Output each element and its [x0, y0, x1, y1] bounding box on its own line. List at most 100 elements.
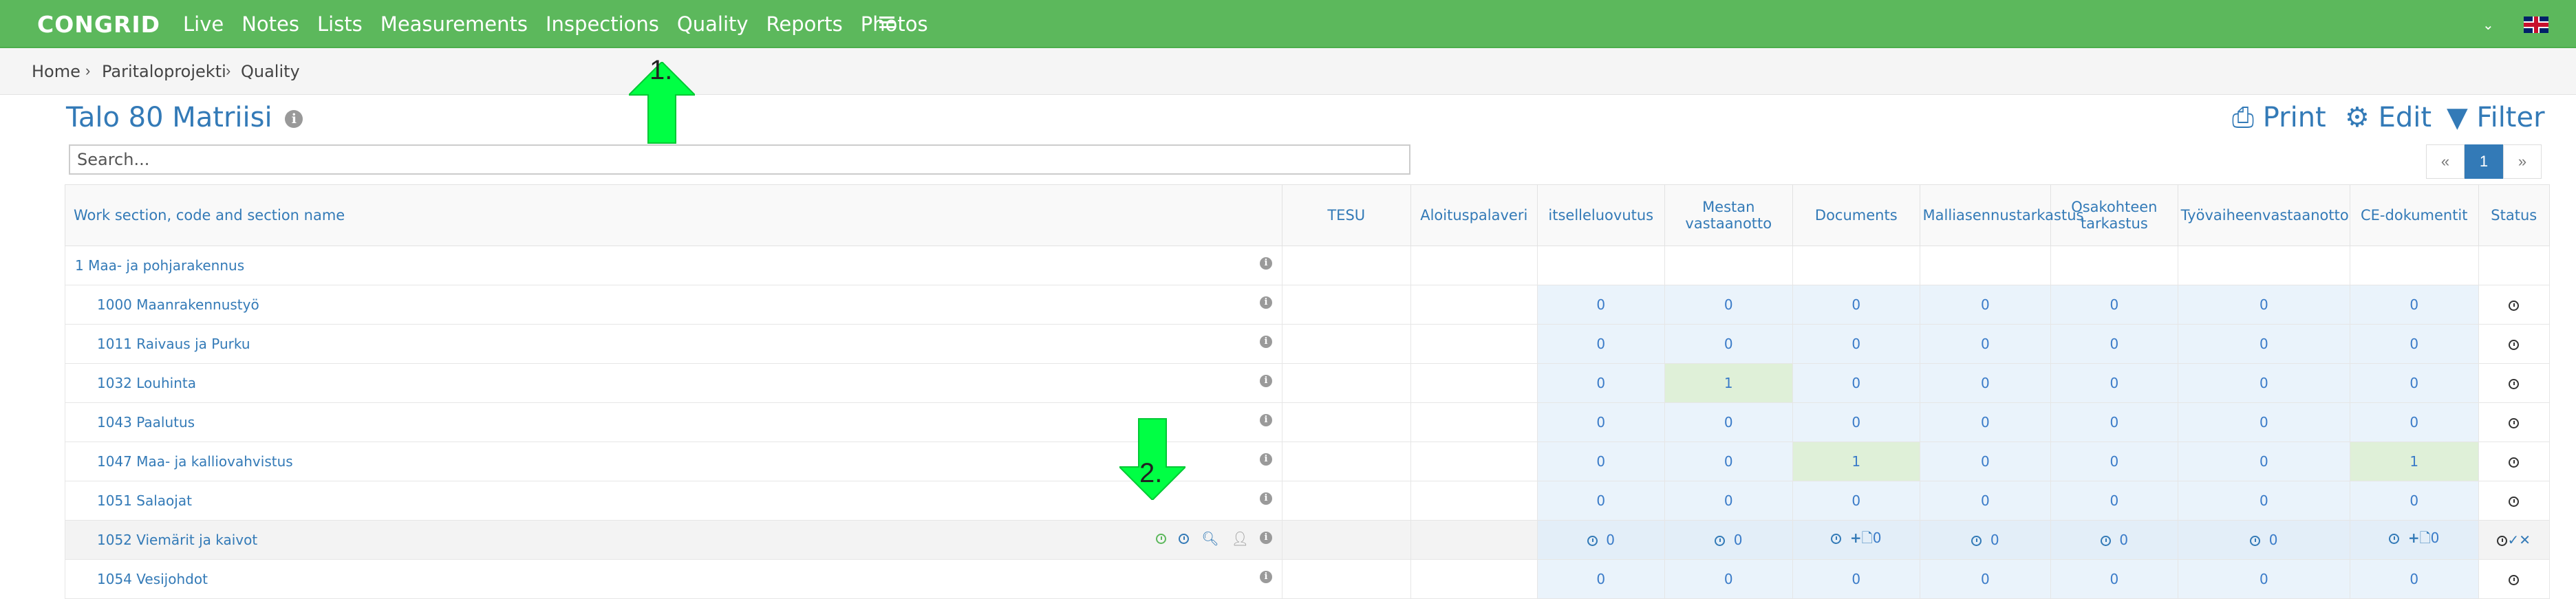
value-cell[interactable]: 0 — [2350, 481, 2479, 521]
value-cell[interactable]: 0 — [1537, 559, 1665, 599]
col-header-aloituspalaveri[interactable]: Aloituspalaveri — [1410, 184, 1538, 246]
nav-lists[interactable]: Lists — [317, 12, 363, 36]
value-cell[interactable]: 0 — [2177, 481, 2351, 521]
info-icon[interactable]: i — [1260, 414, 1272, 426]
status-cell[interactable] — [2478, 481, 2551, 521]
value-cell[interactable]: 0 — [1664, 520, 1794, 560]
clock-icon[interactable] — [2497, 536, 2508, 546]
value-cell[interactable]: 0 — [2177, 324, 2351, 364]
section-name-cell[interactable]: 1047 Maa- ja kalliovahvistus i — [65, 442, 1282, 481]
clock-icon[interactable] — [1179, 533, 1190, 544]
clock-icon[interactable] — [2509, 497, 2520, 507]
section-name-cell[interactable]: 1000 Maanrakennustyö i — [65, 285, 1282, 325]
value-cell[interactable]: 0 — [2050, 324, 2178, 364]
value-cell[interactable]: 0 — [2050, 402, 2178, 442]
value-cell[interactable]: 0 — [1919, 520, 2052, 560]
value-cell[interactable]: 0 — [2350, 324, 2479, 364]
col-header-work-section[interactable]: Work section, code and section name — [65, 184, 1282, 246]
value-cell[interactable]: 1 — [1664, 363, 1794, 403]
clock-icon[interactable] — [2100, 536, 2111, 546]
info-icon[interactable]: i — [285, 110, 303, 128]
value-cell[interactable]: 0 — [1792, 481, 1920, 521]
section-name-cell[interactable]: 1032 Louhinta i — [65, 363, 1282, 403]
clock-icon[interactable] — [1587, 536, 1598, 546]
value-cell[interactable]: 0 — [1792, 324, 1920, 364]
col-header-documents[interactable]: Documents — [1792, 184, 1920, 246]
value-cell[interactable]: 0 — [1537, 481, 1665, 521]
list-menu-icon[interactable] — [879, 17, 894, 29]
table-row[interactable]: 1011 Raivaus ja Purku i 0 0 0 0 0 0 0 — [65, 324, 2551, 364]
congrid-logo[interactable]: CONGRID — [37, 11, 160, 38]
info-icon[interactable]: i — [1260, 492, 1272, 505]
info-icon[interactable]: i — [1260, 571, 1272, 583]
value-cell[interactable]: 0 — [2350, 402, 2479, 442]
plus-icon[interactable]: + — [1850, 530, 1862, 546]
pager-page-1[interactable]: 1 — [2465, 144, 2503, 179]
info-icon[interactable]: i — [1260, 532, 1272, 544]
section-name[interactable]: 1043 Paalutus — [97, 414, 195, 431]
info-icon[interactable]: i — [1260, 453, 1272, 466]
table-row-hovered[interactable]: 1052 Viemärit ja kaivot 🔍︎ 👤︎ i 0 0 +🗋︎0… — [65, 520, 2551, 560]
value-cell[interactable]: 0 — [2350, 285, 2479, 325]
table-row[interactable]: 1000 Maanrakennustyö i 0 0 0 0 0 0 0 — [65, 285, 2551, 325]
clock-icon[interactable] — [2509, 301, 2520, 311]
table-row[interactable]: 1 Maa- ja pohjarakennus i — [65, 246, 2551, 285]
value-cell[interactable]: 0 — [1792, 285, 1920, 325]
plus-icon[interactable]: + — [2408, 530, 2420, 546]
table-row[interactable]: 1051 Salaojat i 0 0 0 0 0 0 0 — [65, 481, 2551, 521]
value-cell[interactable]: 0 — [2177, 442, 2351, 481]
document-icon[interactable]: 🗋︎ — [2420, 530, 2431, 546]
col-header-tyovaiheenvastaanotto[interactable]: Työvaiheenvastaanotto — [2177, 184, 2351, 246]
info-icon[interactable]: i — [1260, 336, 1272, 348]
value-cell[interactable]: 0 — [1664, 559, 1794, 599]
value-cell[interactable]: 0 — [1664, 285, 1794, 325]
col-header-tesu[interactable]: TESU — [1282, 184, 1411, 246]
breadcrumb-project[interactable]: Paritaloprojekti — [102, 62, 226, 81]
value-cell[interactable]: 0 — [2350, 559, 2479, 599]
section-name-cell[interactable]: 1052 Viemärit ja kaivot 🔍︎ 👤︎ i — [65, 520, 1282, 560]
pager-next-button[interactable]: » — [2503, 144, 2542, 179]
print-button[interactable]: ⎙ Print — [2232, 102, 2326, 133]
value-cell[interactable]: 0 — [1792, 402, 1920, 442]
col-header-malliasennustarkastus[interactable]: Malliasennustarkastus — [1919, 184, 2083, 246]
table-row[interactable]: 1047 Maa- ja kalliovahvistus i 0 0 1 0 0 … — [65, 442, 2551, 481]
breadcrumb-home[interactable]: Home — [32, 62, 80, 81]
clock-icon[interactable] — [1156, 533, 1167, 544]
nav-reports[interactable]: Reports — [766, 12, 843, 36]
status-cell[interactable] — [2478, 442, 2551, 481]
value-cell[interactable]: 0 — [2177, 520, 2351, 560]
section-name[interactable]: 1054 Vesijohdot — [97, 571, 208, 587]
value-cell[interactable]: 0 — [1919, 363, 2052, 403]
section-name[interactable]: 1011 Raivaus ja Purku — [97, 336, 250, 352]
value-cell[interactable]: 0 — [1664, 442, 1794, 481]
table-row[interactable]: 1032 Louhinta i 0 1 0 0 0 0 0 — [65, 363, 2551, 403]
section-name-cell[interactable]: 1043 Paalutus i — [65, 402, 1282, 442]
value-cell[interactable]: 0 — [2177, 402, 2351, 442]
clock-icon[interactable] — [2509, 457, 2520, 468]
document-icon[interactable]: 🗋︎ — [1862, 530, 1873, 546]
status-cell[interactable] — [2478, 324, 2551, 364]
close-icon[interactable]: ✕ — [2519, 532, 2531, 548]
info-icon[interactable]: i — [1260, 296, 1272, 309]
clock-icon[interactable] — [2509, 575, 2520, 585]
nav-quality[interactable]: Quality — [677, 12, 749, 36]
status-cell[interactable] — [2478, 559, 2551, 599]
value-cell[interactable]: 0 — [2177, 363, 2351, 403]
value-cell[interactable]: 0 — [1919, 559, 2052, 599]
value-cell[interactable]: 0 — [1664, 402, 1794, 442]
section-name-cell[interactable]: 1 Maa- ja pohjarakennus i — [65, 246, 1282, 285]
clock-icon[interactable] — [1715, 536, 1726, 546]
value-cell[interactable]: 0 — [1664, 324, 1794, 364]
value-cell[interactable]: 0 — [1537, 363, 1665, 403]
section-name[interactable]: 1051 Salaojat — [97, 492, 192, 509]
check-icon[interactable]: ✓ — [2507, 532, 2519, 548]
uk-flag-icon[interactable] — [2524, 17, 2548, 33]
value-cell[interactable]: 0 — [1792, 363, 1920, 403]
value-cell[interactable]: 0 — [1919, 442, 2052, 481]
value-cell[interactable]: 0 — [2050, 481, 2178, 521]
clock-icon[interactable] — [2509, 340, 2520, 350]
value-cell[interactable]: 0 — [1919, 402, 2052, 442]
value-cell[interactable]: 0 — [2350, 363, 2479, 403]
value-cell[interactable]: 0 — [1537, 324, 1665, 364]
value-cell[interactable]: 0 — [1537, 520, 1665, 560]
